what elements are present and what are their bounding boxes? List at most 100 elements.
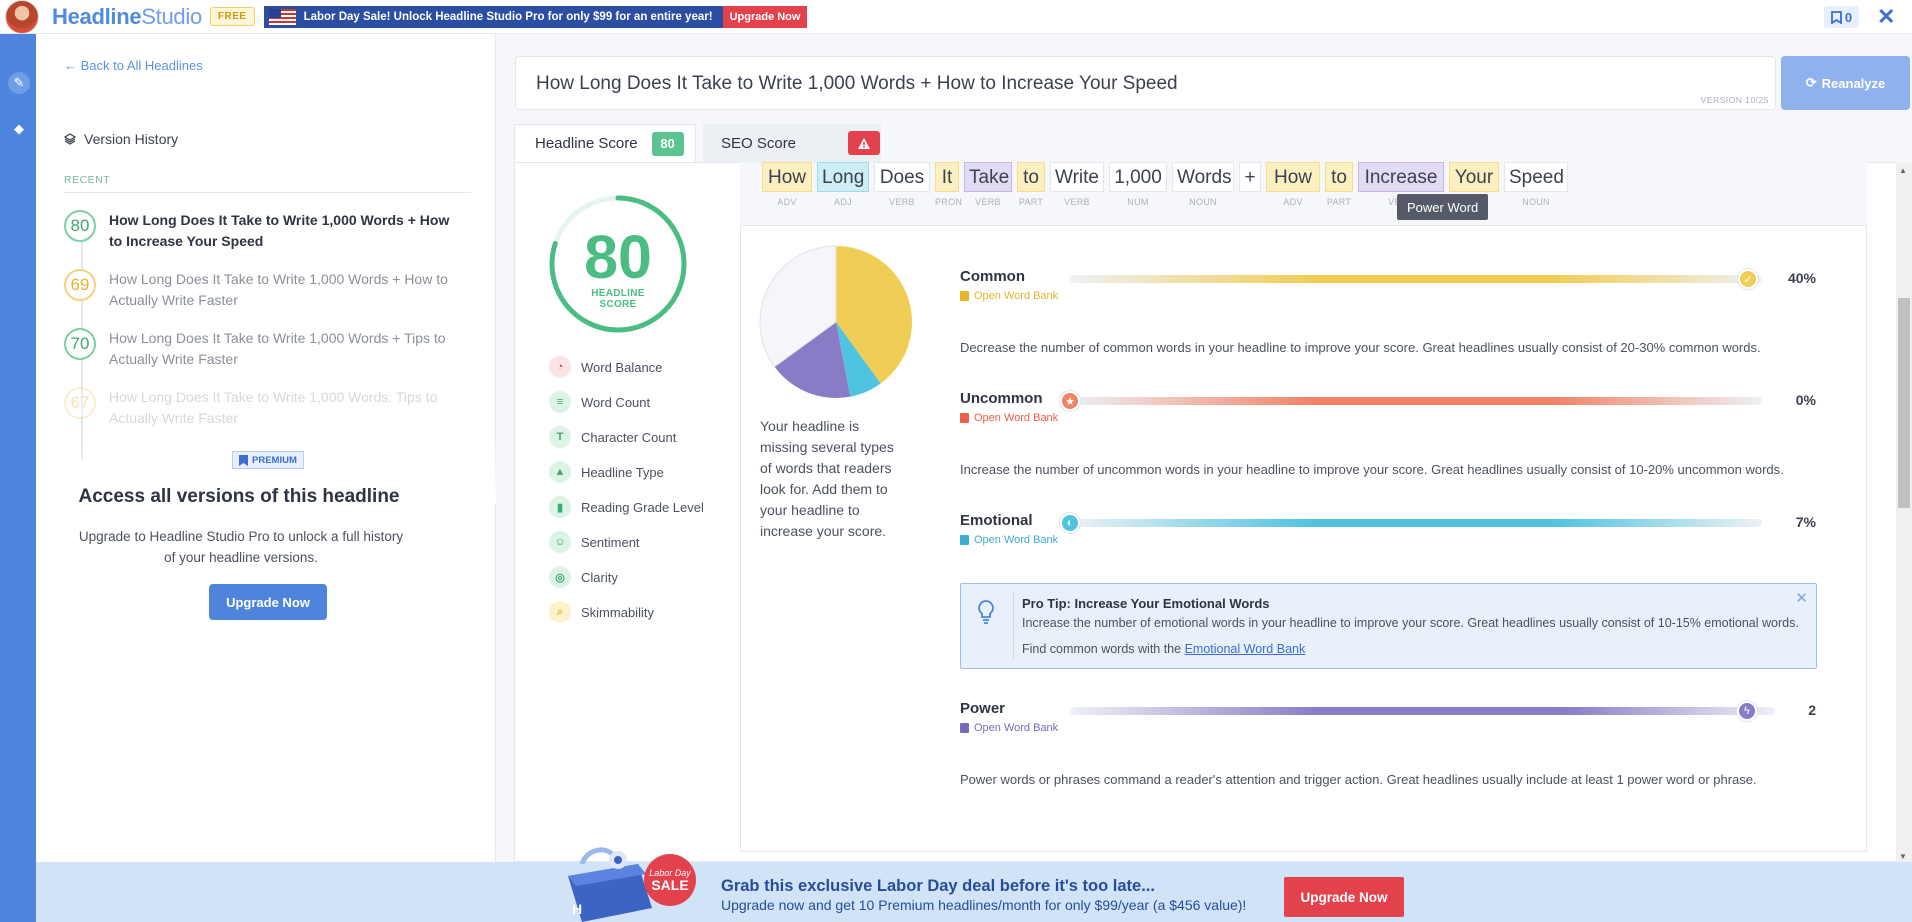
tab-headline-score[interactable]: Headline Score 80 — [514, 124, 696, 162]
word-text: Words — [1172, 162, 1234, 192]
headline-word[interactable]: Does VERB — [874, 162, 930, 207]
open-word-bank-link[interactable]: Open Word Bank — [960, 412, 1058, 424]
pro-tip-divider — [1013, 592, 1014, 660]
metric-value: 40% — [1787, 270, 1816, 286]
score-menu-label: Word Count — [581, 394, 651, 410]
headline-word[interactable]: Take VERB — [964, 162, 1012, 207]
promo-strip[interactable]: Labor Day Sale! Unlock Headline Studio P… — [263, 5, 808, 28]
banner-title: Grab this exclusive Labor Day deal befor… — [721, 877, 1155, 895]
history-item[interactable]: 70 How Long Does It Take to Write 1,000 … — [64, 328, 464, 370]
headline-word[interactable]: + — [1239, 162, 1261, 197]
headline-word[interactable]: How ADV — [762, 162, 812, 207]
open-word-bank-link[interactable]: Open Word Bank — [960, 722, 1058, 734]
score-menu-label: Word Balance — [581, 359, 663, 375]
score-menu-label: Headline Type — [581, 464, 664, 480]
close-icon[interactable]: ✕ — [1795, 589, 1808, 607]
headline-word[interactable]: Long ADJ — [817, 162, 869, 207]
tab-seo-score[interactable]: SEO Score — [703, 124, 881, 162]
part-of-speech: PRON — [935, 197, 963, 207]
history-item-locked: 67 How Long Does It Take to Write 1,000 … — [64, 387, 464, 429]
score-menu-item[interactable]: ⌕ Skimmability — [549, 601, 729, 623]
book-icon — [960, 723, 969, 733]
part-of-speech: NOUN — [1189, 197, 1217, 207]
part-of-speech: PART — [1326, 197, 1352, 207]
warning-icon — [848, 131, 881, 155]
target-icon: ◎ — [549, 566, 571, 588]
metric-name: Emotional — [960, 512, 1033, 529]
score-menu-item[interactable]: ◎ Clarity — [549, 566, 729, 588]
word-text: to — [1017, 162, 1045, 192]
version-history-heading: Version History — [64, 131, 178, 147]
feather-pen-icon[interactable]: ✎ — [8, 72, 30, 94]
pro-tip-find: Find common words with the Emotional Wor… — [1022, 642, 1305, 656]
banner-subtitle: Upgrade now and get 10 Premium headlines… — [721, 897, 1247, 913]
metric-slider-knob: ϟ — [1736, 701, 1757, 721]
metric-name: Common — [960, 268, 1025, 285]
headline-word[interactable]: Speed NOUN — [1504, 162, 1568, 207]
headline-input[interactable]: How Long Does It Take to Write 1,000 Wor… — [515, 56, 1776, 110]
graduation-cap-icon[interactable]: ◆ — [8, 118, 30, 140]
score-menu-label: Character Count — [581, 429, 677, 445]
scroll-down-arrow[interactable]: ▼ — [1899, 852, 1907, 861]
score-menu-item[interactable]: ☺ Sentiment — [549, 531, 729, 553]
metric-slider-knob: ◐ — [1060, 513, 1080, 533]
headline-word[interactable]: to PART — [1017, 162, 1045, 207]
open-word-bank-link[interactable]: Open Word Bank — [960, 534, 1058, 546]
history-score-badge: 80 — [64, 210, 96, 242]
word-bank-label: Open Word Bank — [974, 412, 1059, 424]
bookmark-star-icon — [239, 454, 248, 466]
version-label: VERSION 10/25 — [1700, 95, 1769, 105]
score-menu-item[interactable]: T Character Count — [549, 426, 729, 448]
word-bank-label: Open Word Bank — [974, 722, 1059, 734]
score-menu-item[interactable]: ▮ Reading Grade Level — [549, 496, 729, 518]
word-text: Increase — [1358, 162, 1444, 192]
scrollbar[interactable] — [1896, 162, 1912, 862]
headline-word[interactable]: Write VERB — [1050, 162, 1104, 207]
history-item[interactable]: 80 How Long Does It Take to Write 1,000 … — [64, 210, 464, 252]
part-of-speech: ADV — [1283, 197, 1303, 207]
score-menu-item[interactable]: ≡ Word Count — [549, 391, 729, 413]
part-of-speech: VERB — [889, 197, 915, 207]
score-menu-item[interactable]: ◔ Word Balance — [549, 356, 729, 378]
headline-word[interactable]: It PRON — [935, 162, 963, 207]
plan-badge: FREE — [209, 7, 255, 26]
recent-label: RECENT — [64, 174, 111, 186]
part-of-speech: NOUN — [1522, 197, 1550, 207]
headline-word[interactable]: Words NOUN — [1172, 162, 1234, 207]
headline-word[interactable]: How ADV — [1266, 162, 1320, 207]
score-label-line1: HEADLINE — [591, 288, 645, 299]
word-text: It — [935, 162, 959, 192]
metric-slider-knob: ★ — [1060, 391, 1080, 411]
word-bank-label: Open Word Bank — [974, 290, 1059, 302]
scrollbar-thumb[interactable] — [1898, 298, 1910, 508]
reanalyze-button[interactable]: ⟳ Reanalyze — [1781, 56, 1910, 110]
history-score-badge: 67 — [64, 387, 96, 419]
word-text: 1,000 — [1109, 162, 1167, 192]
book-icon — [960, 413, 969, 423]
upgrade-now-button[interactable]: Upgrade Now — [209, 584, 327, 620]
tab-label: SEO Score — [721, 134, 797, 152]
pro-tip-find-text: Find common words with the — [1022, 642, 1185, 656]
user-avatar[interactable] — [5, 0, 39, 34]
headline-score-label: HEADLINE SCORE — [548, 288, 688, 310]
history-item[interactable]: 69 How Long Does It Take to Write 1,000 … — [64, 269, 464, 311]
close-tools-icon[interactable]: ✕ — [1877, 4, 1895, 30]
metric-description: Decrease the number of common words in y… — [960, 340, 1761, 355]
app-logo[interactable]: HeadlineStudio — [52, 4, 202, 30]
open-word-bank-link[interactable]: Open Word Bank — [960, 290, 1058, 302]
headline-word[interactable]: to PART — [1325, 162, 1353, 207]
emotional-word-bank-link[interactable]: Emotional Word Bank — [1185, 642, 1306, 656]
logo-text-headline: Headline — [52, 3, 142, 29]
metric-slider-track — [1070, 397, 1762, 405]
banner-upgrade-button[interactable]: Upgrade Now — [1284, 877, 1404, 917]
scroll-up-arrow[interactable]: ▲ — [1899, 166, 1907, 175]
back-to-headlines-link[interactable]: ← Back to All Headlines — [64, 58, 203, 73]
headline-word[interactable]: 1,000 NUM — [1109, 162, 1167, 207]
bookmark-count: 0 — [1844, 9, 1853, 25]
score-menu-label: Skimmability — [581, 604, 654, 620]
score-menu-item[interactable]: ▲ Headline Type — [549, 461, 729, 483]
metric-slider-track — [1070, 275, 1762, 283]
saved-headlines-button[interactable]: 0 — [1824, 6, 1859, 28]
promo-upgrade-button[interactable]: Upgrade Now — [722, 5, 808, 28]
svg-text:H: H — [572, 901, 582, 917]
